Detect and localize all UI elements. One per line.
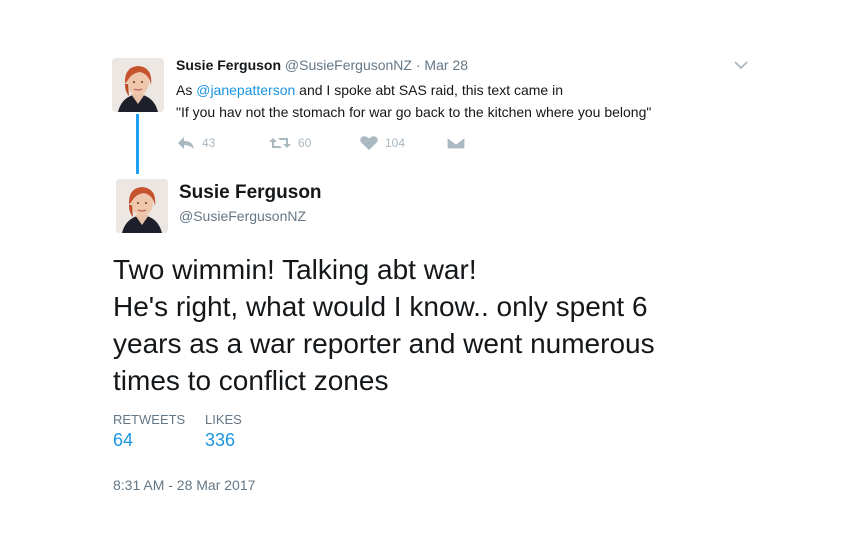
author-handle[interactable]: @SusieFergusonNZ — [179, 208, 306, 224]
text-prefix: As — [176, 82, 197, 98]
chevron-down-icon[interactable] — [733, 58, 749, 70]
retweet-count: 60 — [298, 136, 312, 150]
author-name[interactable]: Susie Ferguson — [179, 182, 322, 204]
tweet-text: Two wimmin! Talking abt war! He's right,… — [113, 251, 655, 399]
quoted-header: Susie Ferguson @SusieFergusonNZ · Mar 28 — [176, 57, 468, 73]
retweet-button[interactable]: 60 — [268, 135, 311, 151]
tweet-text-line: He's right, what would I know.. only spe… — [113, 291, 648, 322]
direct-message-icon — [446, 136, 466, 150]
likes-count: 336 — [205, 430, 236, 450]
tweet-timestamp[interactable]: 8:31 AM - 28 Mar 2017 — [113, 477, 255, 493]
author-handle[interactable]: @SusieFergusonNZ — [285, 57, 412, 73]
direct-message-button[interactable] — [446, 135, 472, 151]
like-button[interactable]: 104 — [359, 135, 405, 151]
tweet-text-line: Two wimmin! Talking abt war! — [113, 254, 477, 285]
retweet-icon — [269, 138, 291, 148]
tweet-text-line: times to conflict zones — [113, 365, 389, 396]
like-count: 104 — [385, 136, 406, 150]
quoted-line-2: "If you hav not the stomach for war go b… — [176, 104, 652, 120]
heart-icon — [360, 136, 378, 150]
reply-button[interactable]: 43 — [176, 135, 215, 151]
dot-separator: · — [415, 57, 421, 73]
reply-icon — [178, 137, 194, 149]
quoted-text: As @janepatterson and I spoke abt SAS ra… — [176, 79, 651, 123]
text-suffix: and I spoke abt SAS raid, this text came… — [295, 82, 563, 98]
author-name[interactable]: Susie Ferguson — [176, 57, 281, 73]
tweet-text-line: years as a war reporter and went numerou… — [113, 328, 655, 359]
avatar[interactable] — [112, 58, 164, 112]
tweet-date[interactable]: Mar 28 — [424, 57, 468, 73]
retweets-count: 64 — [113, 430, 134, 450]
quoted-line-1: As @janepatterson and I spoke abt SAS ra… — [176, 79, 651, 101]
mention-link[interactable]: @janepatterson — [196, 82, 295, 98]
avatar[interactable] — [116, 179, 168, 233]
retweets-label: RETWEETS — [113, 412, 186, 427]
reply-count: 43 — [202, 136, 216, 150]
thread-line — [136, 114, 139, 174]
likes-label: LIKES — [205, 412, 242, 427]
likes-stat[interactable]: LIKES 336 — [205, 412, 242, 451]
retweets-stat[interactable]: RETWEETS 64 — [113, 412, 185, 451]
